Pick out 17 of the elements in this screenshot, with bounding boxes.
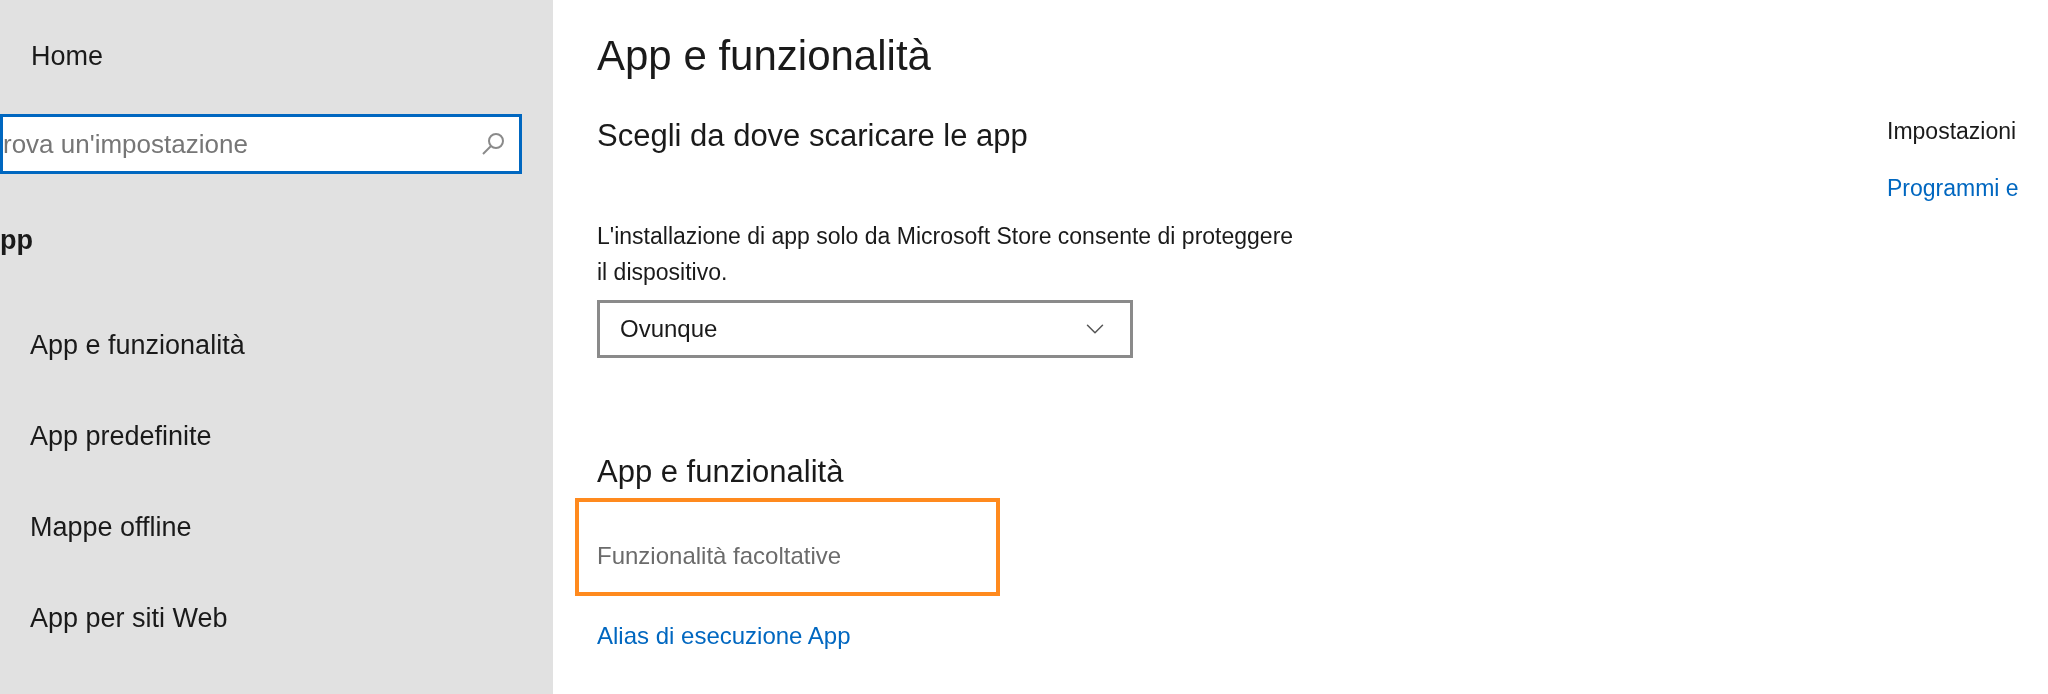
search-icon[interactable]: [480, 131, 506, 157]
section-heading: App e funzionalità: [597, 453, 845, 491]
related-heading: Impostazioni: [1887, 117, 2018, 146]
sidebar-item[interactable]: App e funzionalità: [0, 300, 553, 391]
sidebar-item[interactable]: App predefinite: [0, 391, 553, 482]
source-dropdown[interactable]: Ovunque: [597, 300, 1133, 358]
search-field[interactable]: rova un'impostazione: [0, 114, 522, 174]
settings-link[interactable]: Funzionalità facoltative: [575, 498, 1000, 596]
page-title: App e funzionalità: [597, 31, 932, 81]
settings-link[interactable]: Alias di esecuzione App: [575, 596, 1887, 654]
section-heading: Scegli da dove scaricare le app: [597, 117, 1029, 155]
home-link[interactable]: Home: [0, 0, 553, 76]
related-link[interactable]: Programmi e: [1887, 170, 2048, 205]
description-text: L'installazione di app solo da Microsoft Store consente di proteggere il dispositivo.: [597, 222, 1295, 287]
sidebar-item[interactable]: Mappe offline: [0, 482, 553, 573]
sidebar-item[interactable]: App per siti Web: [0, 573, 553, 664]
section-title: pp: [0, 224, 34, 257]
